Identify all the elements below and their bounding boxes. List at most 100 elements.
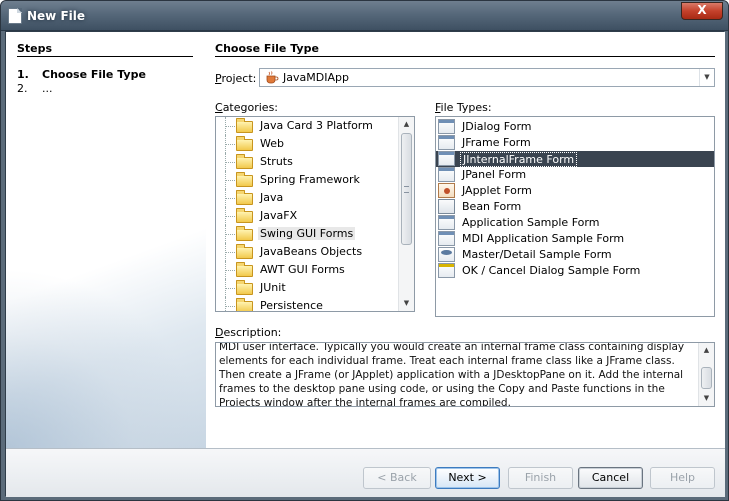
file-type-label: JFrame Form: [462, 136, 531, 149]
category-item[interactable]: Struts: [216, 153, 402, 171]
file-type-item[interactable]: JPanel Form: [436, 167, 714, 183]
file-type-label: Application Sample Form: [462, 216, 600, 229]
folder-icon: [236, 190, 253, 205]
steps-divider: [17, 56, 193, 57]
file-type-label: MDI Application Sample Form: [462, 232, 625, 245]
categories-tree[interactable]: Java Card 3 Platform Web Struts Spring Fram…: [215, 116, 415, 312]
new-file-dialog: New File X Steps 1. Choose File Type 2...…: [0, 0, 729, 501]
tree-connector: [226, 180, 235, 181]
close-button[interactable]: X: [681, 2, 723, 20]
file-types-list[interactable]: JDialog Form JFrame Form JInternalFrame Fo…: [435, 116, 715, 317]
category-item[interactable]: Java: [216, 189, 402, 207]
frame-icon: [438, 135, 455, 150]
project-combobox[interactable]: JavaMDIApp ▼: [259, 68, 715, 87]
step-1: 1. Choose File Type: [17, 68, 146, 81]
tree-connector: [226, 198, 235, 199]
category-item[interactable]: JavaFX: [216, 207, 402, 225]
tree-connector: [226, 144, 235, 145]
choose-file-type-panel: Choose File Type Project: JavaMDIApp ▼ C…: [206, 32, 725, 448]
category-item[interactable]: JavaBeans Objects: [216, 243, 402, 261]
folder-icon: [236, 244, 253, 259]
folder-icon: [236, 226, 253, 241]
category-item[interactable]: Spring Framework: [216, 171, 402, 189]
category-label: Web: [260, 137, 284, 150]
tree-connector: [226, 216, 235, 217]
description-text: MDI user interface. Typically you would …: [219, 342, 685, 407]
applet-icon: [438, 183, 455, 198]
panel-icon: [438, 167, 455, 182]
category-item[interactable]: Web: [216, 135, 402, 153]
window-title: New File: [27, 9, 86, 23]
tree-connector: [226, 252, 235, 253]
scroll-down-icon[interactable]: ▼: [399, 296, 414, 311]
file-type-item[interactable]: JInternalFrame Form: [436, 151, 714, 167]
folder-icon: [236, 208, 253, 223]
category-label: JavaFX: [260, 209, 298, 222]
tree-connector: [226, 306, 235, 307]
file-type-item[interactable]: Application Sample Form: [436, 215, 714, 231]
step-2: 2....: [17, 82, 53, 95]
file-type-item[interactable]: Bean Form: [436, 199, 714, 215]
description-box[interactable]: MDI user interface. Typically you would …: [215, 342, 715, 407]
folder-icon: [236, 262, 253, 277]
back-button[interactable]: < Back: [363, 467, 431, 489]
scroll-thumb[interactable]: [701, 367, 712, 389]
category-label: Swing GUI Forms: [258, 227, 356, 240]
step-label: Choose File Type: [42, 68, 146, 81]
internal-frame-icon: [438, 151, 455, 166]
scroll-thumb[interactable]: [401, 133, 412, 245]
file-type-item[interactable]: JDialog Form: [436, 119, 714, 135]
step-number: 2.: [17, 82, 28, 95]
folder-icon: [236, 118, 253, 133]
tree-connector: [226, 234, 235, 235]
scroll-up-icon[interactable]: ▲: [699, 343, 714, 358]
category-item[interactable]: Swing GUI Forms: [216, 225, 402, 243]
file-type-item[interactable]: OK / Cancel Dialog Sample Form: [436, 263, 714, 279]
cancel-button[interactable]: Cancel: [578, 467, 643, 489]
file-type-item[interactable]: JFrame Form: [436, 135, 714, 151]
description-label: Description:: [215, 326, 282, 339]
file-type-label: JDialog Form: [462, 120, 532, 133]
chevron-down-icon[interactable]: ▼: [699, 69, 714, 86]
panel-divider: [215, 56, 715, 57]
description-scrollbar[interactable]: ▲ ▼: [698, 343, 714, 406]
categories-label: Categories:: [215, 101, 279, 114]
categories-scrollbar[interactable]: ▲ ▼: [398, 117, 414, 311]
steps-heading: Steps: [17, 42, 53, 55]
tree-connector: [226, 288, 235, 289]
finish-button[interactable]: Finish: [508, 467, 573, 489]
database-icon: [438, 247, 455, 262]
dialog-body: Steps 1. Choose File Type 2.... Choose Fi…: [5, 31, 725, 497]
folder-icon: [236, 172, 253, 187]
mdi-icon: [438, 231, 455, 246]
category-label: JavaBeans Objects: [260, 245, 363, 258]
steps-pane: Steps 1. Choose File Type 2....: [6, 32, 206, 448]
button-bar: < Back Next > Finish Cancel Help: [6, 448, 725, 497]
file-type-label: OK / Cancel Dialog Sample Form: [462, 264, 641, 277]
category-item[interactable]: Persistence: [216, 297, 402, 311]
step-number: 1.: [17, 68, 29, 81]
file-type-label: JPanel Form: [462, 168, 527, 181]
category-item[interactable]: AWT GUI Forms: [216, 261, 402, 279]
project-label: Project:: [215, 72, 257, 85]
tree-connector: [226, 126, 235, 127]
tree-connector: [226, 162, 235, 163]
file-type-item[interactable]: MDI Application Sample Form: [436, 231, 714, 247]
category-item[interactable]: Java Card 3 Platform: [216, 117, 402, 135]
dialog-icon: [438, 119, 455, 134]
scroll-down-icon[interactable]: ▼: [699, 391, 714, 406]
title-bar[interactable]: New File X: [1, 1, 728, 31]
panel-heading: Choose File Type: [215, 42, 319, 55]
file-type-item[interactable]: JApplet Form: [436, 183, 714, 199]
file-type-label: JInternalFrame Form: [460, 152, 578, 167]
file-type-item[interactable]: Master/Detail Sample Form: [436, 247, 714, 263]
next-button[interactable]: Next >: [435, 467, 500, 489]
help-button[interactable]: Help: [650, 467, 715, 489]
category-label: Spring Framework: [260, 173, 360, 186]
category-label: Java Card 3 Platform: [260, 119, 373, 132]
category-item[interactable]: JUnit: [216, 279, 402, 297]
folder-icon: [236, 136, 253, 151]
scroll-up-icon[interactable]: ▲: [399, 117, 414, 132]
project-value: JavaMDIApp: [283, 71, 349, 84]
new-file-icon: [8, 8, 22, 24]
